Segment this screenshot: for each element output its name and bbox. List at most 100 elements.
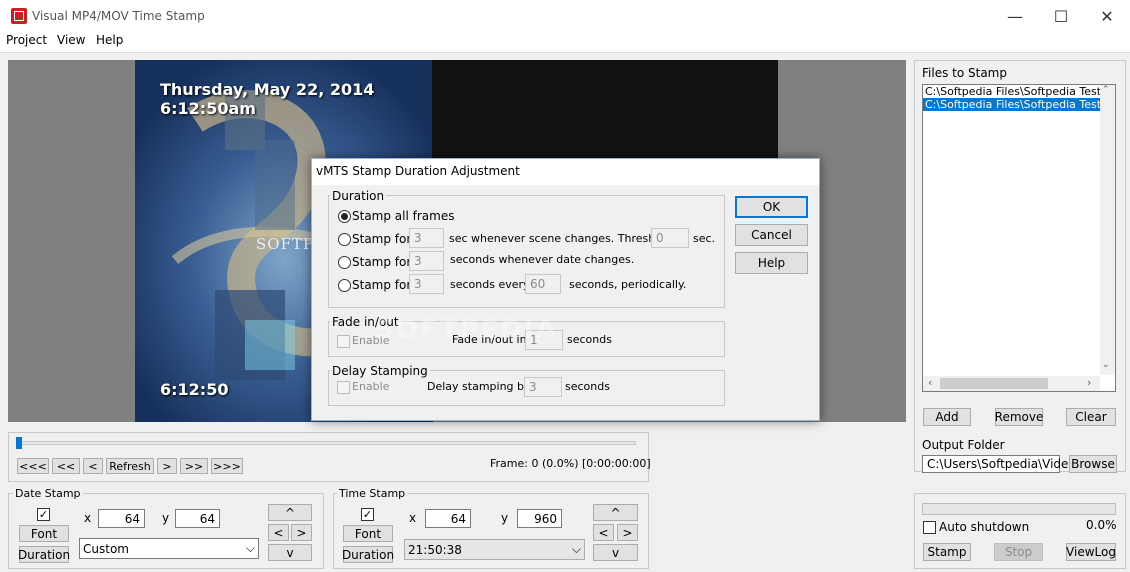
remove-button[interactable]: Remove <box>995 408 1043 426</box>
date-duration-button[interactable]: Duration <box>18 546 70 563</box>
stamp-periodic-seconds[interactable]: 3 <box>409 274 444 294</box>
date-stamp-checkbox[interactable]: ✓ <box>37 508 50 521</box>
date-y-input[interactable]: 64 <box>175 509 220 528</box>
nav-first-button[interactable]: <<< <box>17 458 49 474</box>
minimize-button[interactable]: — <box>992 0 1038 32</box>
date-y-label: y <box>162 511 170 525</box>
output-folder-field[interactable]: C:\Users\Softpedia\Videos <box>922 455 1082 473</box>
stamp-date-radio[interactable] <box>338 256 351 269</box>
date-format-value: Custom <box>83 541 129 556</box>
viewlog-button[interactable]: ViewLog <box>1066 543 1116 561</box>
chevron-down-icon: ⌵ <box>571 542 581 556</box>
time-move-left-button[interactable]: < <box>593 524 614 541</box>
stamp-periodic-text: seconds every <box>450 278 530 291</box>
time-move-down-button[interactable]: v <box>593 544 638 561</box>
dialog-title: vMTS Stamp Duration Adjustment <box>316 164 520 178</box>
output-folder-label: Output Folder <box>922 438 1005 452</box>
scroll-right-icon[interactable]: › <box>1087 376 1091 389</box>
stamp-all-label: Stamp all frames <box>352 209 455 223</box>
scroll-up-icon[interactable]: ⌃ <box>1102 85 1110 95</box>
progress-bar <box>922 503 1116 515</box>
stamp-periodic-radio[interactable] <box>338 279 351 292</box>
menu-view[interactable]: View <box>57 33 85 47</box>
date-font-button[interactable]: Font <box>19 525 69 542</box>
time-font-button[interactable]: Font <box>343 525 393 542</box>
stamp-all-radio[interactable] <box>338 210 351 223</box>
ok-button[interactable]: OK <box>735 196 808 218</box>
files-label: Files to Stamp <box>922 66 1007 80</box>
files-vscrollbar[interactable] <box>1100 85 1115 375</box>
stamp-periodic-suffix: seconds, periodically. <box>569 278 687 291</box>
time-stamp-label: Time Stamp <box>337 487 408 500</box>
time-x-label: x <box>409 511 417 525</box>
stamp-button[interactable]: Stamp <box>923 543 971 561</box>
time-move-right-button[interactable]: > <box>617 524 638 541</box>
fade-enable-checkbox[interactable] <box>337 335 350 348</box>
stop-button[interactable]: Stop <box>994 543 1043 561</box>
hscroll-thumb[interactable] <box>940 378 1048 389</box>
chevron-down-icon: ⌵ <box>245 541 255 555</box>
scroll-down-icon[interactable]: ⌄ <box>1102 360 1110 370</box>
duration-group-label: Duration <box>330 189 387 203</box>
file-item[interactable]: C:\Softpedia Files\Softpedia Test (0 <box>923 85 1115 98</box>
menu-help[interactable]: Help <box>96 33 123 47</box>
help-button[interactable]: Help <box>735 252 808 274</box>
file-item-selected[interactable]: C:\Softpedia Files\Softpedia Test (0 <box>923 98 1115 111</box>
date-stamp-label: Date Stamp <box>13 487 83 500</box>
stamp-date-label: Stamp for <box>352 255 412 269</box>
time-duration-button[interactable]: Duration <box>342 546 394 563</box>
nav-back-button[interactable]: < <box>83 458 103 474</box>
periodic-every-input[interactable]: 60 <box>525 274 561 294</box>
preview-time-stamp: 6:12:50am <box>160 99 256 118</box>
refresh-button[interactable]: Refresh <box>106 458 154 474</box>
date-format-select[interactable]: Custom ⌵ <box>79 538 259 559</box>
time-y-input[interactable]: 960 <box>517 509 562 528</box>
time-format-select[interactable]: 21:50:38 ⌵ <box>404 539 585 560</box>
cancel-button[interactable]: Cancel <box>735 224 808 246</box>
nav-forward-button[interactable]: > <box>157 458 177 474</box>
clear-button[interactable]: Clear <box>1066 408 1116 426</box>
time-stamp-checkbox[interactable]: ✓ <box>361 508 374 521</box>
menu-project[interactable]: Project <box>6 33 47 47</box>
date-move-up-button[interactable]: ^ <box>268 504 312 521</box>
delay-enable-checkbox[interactable] <box>337 381 350 394</box>
time-move-up-button[interactable]: ^ <box>593 504 638 521</box>
files-listbox[interactable]: C:\Softpedia Files\Softpedia Test (0 C:\… <box>922 84 1116 392</box>
nav-back-fast-button[interactable]: << <box>52 458 80 474</box>
delay-seconds-input[interactable]: 3 <box>524 377 562 397</box>
add-button[interactable]: Add <box>923 408 971 426</box>
timeline-slider-thumb[interactable] <box>16 437 22 449</box>
time-format-value: 21:50:38 <box>408 542 462 557</box>
threshold-input[interactable]: 0 <box>651 228 689 248</box>
stamp-scene-label: Stamp for <box>352 232 412 246</box>
menu-bar <box>0 32 1130 53</box>
date-move-down-button[interactable]: v <box>268 544 312 561</box>
browse-button[interactable]: Browse <box>1069 455 1117 473</box>
nav-forward-fast-button[interactable]: >> <box>180 458 208 474</box>
delay-text: Delay stamping by <box>427 380 531 393</box>
date-x-input[interactable]: 64 <box>98 509 145 528</box>
stamp-date-text: seconds whenever date changes. <box>450 253 635 266</box>
scroll-left-icon[interactable]: ‹ <box>928 376 932 389</box>
preview-date-stamp: Thursday, May 22, 2014 <box>160 80 375 99</box>
delay-group-label: Delay Stamping <box>330 364 430 378</box>
timeline-track[interactable] <box>16 441 636 445</box>
time-y-label: y <box>501 511 509 525</box>
stamp-scene-seconds[interactable]: 3 <box>409 228 444 248</box>
date-move-left-button[interactable]: < <box>268 524 289 541</box>
watermark: SOFTPEDIA <box>375 315 558 345</box>
stamp-date-seconds[interactable]: 3 <box>409 251 444 271</box>
progress-percent: 0.0% <box>1086 518 1117 532</box>
app-icon <box>11 8 27 24</box>
auto-shutdown-checkbox[interactable] <box>923 521 936 534</box>
date-move-right-button[interactable]: > <box>291 524 312 541</box>
maximize-button[interactable]: ☐ <box>1038 0 1084 32</box>
window-title: Visual MP4/MOV Time Stamp <box>32 9 205 23</box>
stamp-scene-radio[interactable] <box>338 233 351 246</box>
nav-last-button[interactable]: >>> <box>211 458 243 474</box>
time-x-input[interactable]: 64 <box>425 509 471 528</box>
date-x-label: x <box>84 511 92 525</box>
delay-suffix: seconds <box>565 380 610 393</box>
stamp-periodic-label: Stamp for <box>352 278 412 292</box>
close-button[interactable]: ✕ <box>1084 0 1130 32</box>
